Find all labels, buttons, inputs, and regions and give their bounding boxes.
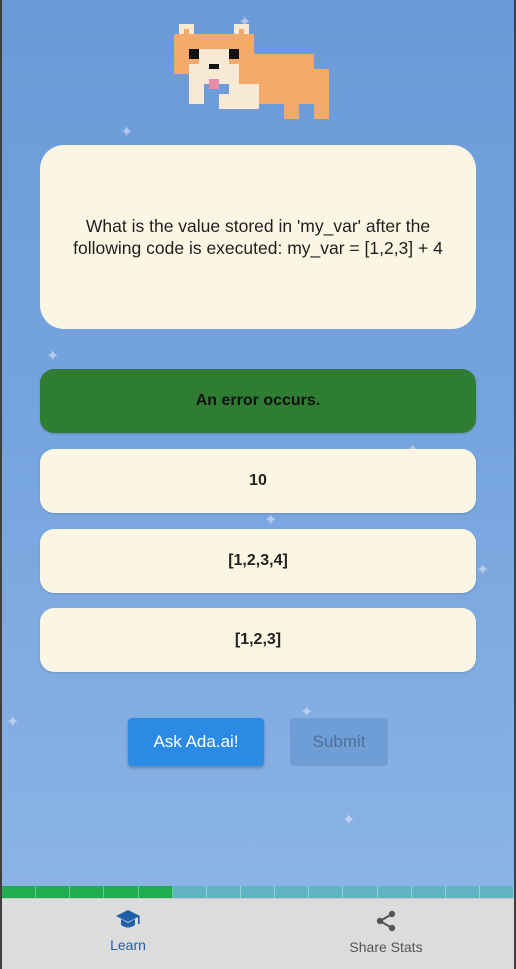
nav-item-share-stats[interactable]: Share Stats: [326, 909, 446, 955]
ask-ada-button[interactable]: Ask Ada.ai!: [128, 718, 264, 766]
answer-option-label: [1,2,3]: [234, 631, 282, 648]
answer-option[interactable]: 10: [40, 449, 476, 513]
share-icon: [376, 910, 396, 932]
progress-segment-pending: [240, 886, 276, 898]
progress-segment-complete: [104, 886, 139, 898]
screen-border: [0, 0, 2, 969]
nav-item-label: Share Stats: [349, 939, 423, 955]
graduation-cap-icon: [116, 910, 140, 928]
answer-option-label: 10: [249, 472, 267, 489]
progress-segment-pending: [309, 886, 344, 898]
progress-segment-pending: [479, 886, 514, 898]
progress-segment-pending: [343, 886, 378, 898]
background-sparkle: ✦: [46, 348, 60, 365]
app-screen: ✦ ✦ ✦ ✦ ✦ ✦ ✦ ✦ ✦ What is the value stor…: [2, 0, 514, 969]
corgi-mascot-image: [174, 24, 329, 119]
lesson-progress-bar: [2, 886, 514, 898]
submit-button[interactable]: Submit: [290, 718, 388, 766]
answer-option-label: [1,2,3,4]: [228, 552, 288, 569]
progress-segment-pending: [411, 886, 446, 898]
bottom-nav: Learn Share Stats: [2, 898, 514, 969]
background-sparkle: ✦: [476, 562, 490, 579]
nav-item-learn[interactable]: Learn: [68, 909, 188, 953]
progress-segment-pending: [445, 886, 480, 898]
question-card: What is the value stored in 'my_var' aft…: [40, 145, 476, 329]
background-sparkle: ✦: [264, 512, 278, 529]
answer-option-label: An error occurs.: [195, 392, 321, 409]
background-sparkle: ✦: [6, 714, 20, 731]
nav-item-label: Learn: [110, 937, 146, 953]
progress-segment-complete: [70, 886, 105, 898]
question-text: What is the value stored in 'my_var' aft…: [73, 216, 443, 258]
answer-option[interactable]: [1,2,3]: [40, 608, 476, 672]
background-sparkle: ✦: [342, 812, 356, 829]
answer-option-selected[interactable]: An error occurs.: [40, 369, 476, 433]
progress-segment-pending: [377, 886, 412, 898]
progress-segment-pending: [275, 886, 310, 898]
progress-segment-pending: [172, 886, 207, 898]
background-sparkle: ✦: [120, 124, 134, 141]
progress-segment-complete: [138, 886, 173, 898]
answer-option[interactable]: [1,2,3,4]: [40, 529, 476, 593]
progress-segment-complete: [36, 886, 71, 898]
progress-segment-complete: [2, 886, 37, 898]
progress-segment-pending: [206, 886, 241, 898]
